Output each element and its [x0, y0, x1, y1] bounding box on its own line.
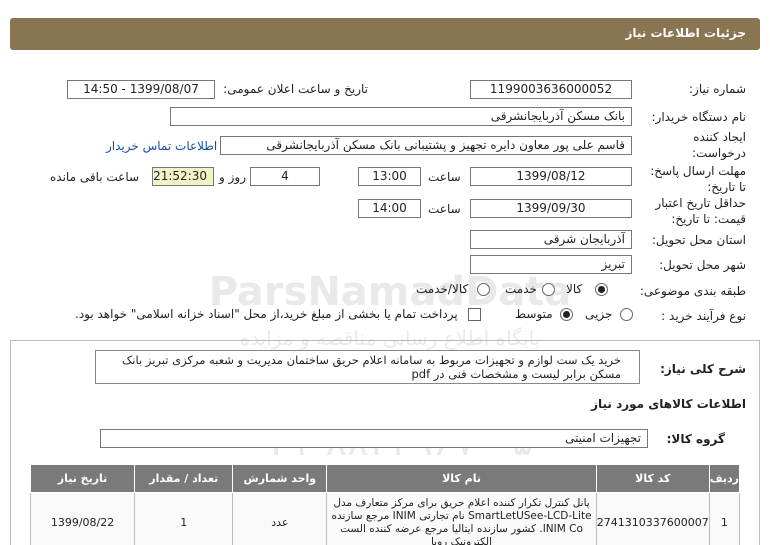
- cell-code: 2741310337600007: [595, 492, 710, 545]
- city-label: شهر محل تحویل:: [659, 258, 746, 272]
- goods-group-label: گروه کالا:: [666, 432, 725, 446]
- validity-time-field: 14:00: [358, 199, 421, 218]
- announce-label: تاریخ و ساعت اعلان عمومی:: [223, 82, 368, 96]
- description-field: خرید یک ست لوازم و تجهیزات مربوط به ساما…: [95, 350, 640, 384]
- category-radio-goods[interactable]: [595, 283, 608, 296]
- category-label: طبقه بندی موضوعی:: [639, 284, 746, 298]
- city-field: تبریز: [470, 255, 632, 274]
- header-qty: تعداد / مقدار: [134, 464, 234, 493]
- goods-group-field: تجهیزات امنیتی: [100, 429, 648, 448]
- buyer-org-label: نام دستگاه خریدار:: [651, 110, 747, 124]
- process-option-medium: متوسط: [515, 307, 553, 321]
- validity-date-field: 1399/09/30: [470, 199, 632, 218]
- category-option-goods: کالا: [566, 282, 583, 296]
- validity-time-label: ساعت: [428, 202, 461, 216]
- cell-unit: عدد: [232, 492, 328, 545]
- table-header-row: ردیف کد کالا نام کالا واحد شمارش تعداد /…: [29, 464, 741, 493]
- creator-label-line1: ایجاد کننده: [693, 130, 746, 144]
- header-index: ردیف: [708, 464, 741, 493]
- deadline-label-line2: تا تاریخ:: [707, 180, 746, 194]
- buyer-org-field: بانک مسکن آذربایجانشرقی: [170, 107, 632, 126]
- days-label: روز و: [219, 170, 246, 184]
- deadline-time-label: ساعت: [428, 170, 461, 184]
- category-option-service: خدمت: [505, 282, 537, 296]
- cell-qty: 1: [134, 492, 234, 545]
- process-label: نوع فرآیند خرید :: [661, 309, 746, 323]
- need-number-label: شماره نیاز:: [689, 82, 746, 96]
- deadline-time-field: 13:00: [358, 167, 421, 186]
- remaining-time-field: 21:52:30: [152, 167, 214, 186]
- category-radio-service[interactable]: [542, 283, 555, 296]
- cell-name: پانل کنترل تکرار کننده اعلام حریق برای م…: [326, 492, 597, 545]
- creator-field: قاسم علی پور معاون دایره تجهیز و پشتیبان…: [220, 136, 632, 155]
- cell-date: 1399/08/22: [29, 492, 136, 545]
- goods-table: ردیف کد کالا نام کالا واحد شمارش تعداد /…: [29, 464, 741, 545]
- announce-date-field: 1399/08/07 - 14:50: [67, 80, 215, 99]
- process-radio-minor[interactable]: [620, 308, 633, 321]
- province-label: استان محل تحویل:: [651, 233, 746, 247]
- treasury-checkbox[interactable]: [468, 308, 481, 321]
- title-bar: جزئیات اطلاعات نیاز: [10, 18, 760, 50]
- creator-label-line2: درخواست:: [692, 146, 746, 160]
- need-number-field: 1199003636000052: [470, 80, 632, 99]
- category-radio-goods-service[interactable]: [477, 283, 490, 296]
- header-code: کد کالا: [595, 464, 710, 493]
- contact-info-link[interactable]: اطلاعات تماس خریدار: [106, 139, 217, 153]
- header-date: تاریخ نیاز: [29, 464, 136, 493]
- treasury-note: پرداخت تمام یا بخشی از مبلغ خرید،از محل …: [75, 307, 458, 321]
- deadline-date-field: 1399/08/12: [470, 167, 632, 186]
- header-unit: واحد شمارش: [232, 464, 328, 493]
- validity-label-line1: حداقل تاریخ اعتبار: [655, 196, 746, 210]
- description-label: شرح کلی نیاز:: [660, 362, 746, 376]
- goods-section-title: اطلاعات کالاهای مورد نیاز: [591, 397, 746, 411]
- category-option-goods-service: کالا/خدمت: [416, 282, 469, 296]
- process-option-minor: جزیی: [585, 307, 613, 321]
- header-name: نام کالا: [326, 464, 597, 493]
- days-remaining-field: 4: [250, 167, 320, 186]
- process-radio-medium[interactable]: [560, 308, 573, 321]
- validity-label-line2: قیمت: تا تاریخ:: [671, 212, 746, 226]
- table-row: 1 2741310337600007 پانل کنترل تکرار کنند…: [29, 492, 741, 545]
- deadline-label-line1: مهلت ارسال پاسخ:: [650, 164, 746, 178]
- cell-index: 1: [708, 492, 741, 545]
- province-field: آذربایجان شرقی: [470, 230, 632, 249]
- remaining-time-label: ساعت باقی مانده: [50, 170, 140, 184]
- page-title: جزئیات اطلاعات نیاز: [625, 26, 746, 40]
